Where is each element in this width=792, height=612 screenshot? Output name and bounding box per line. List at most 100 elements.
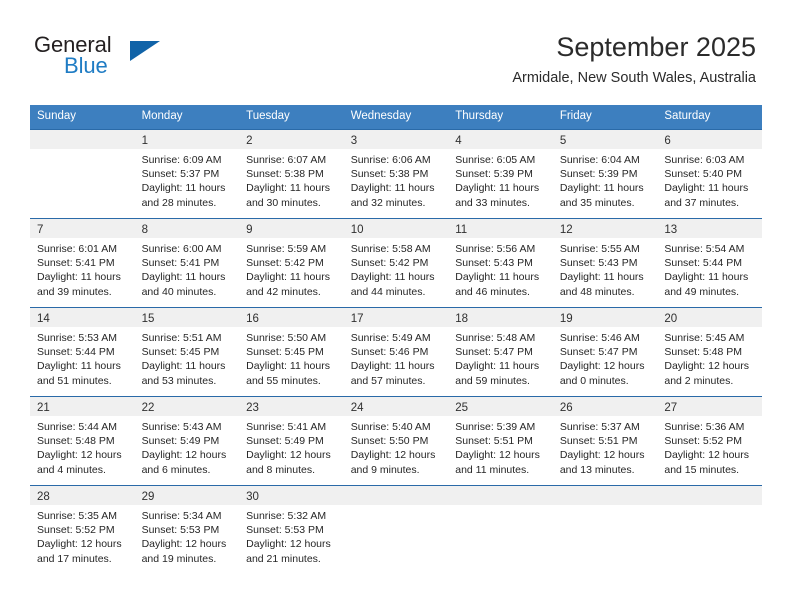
day-cell[interactable] [30, 130, 135, 218]
day-cell[interactable]: 15 Sunrise: 5:51 AM Sunset: 5:45 PM Dayl… [134, 308, 240, 396]
day-cell[interactable]: 28 Sunrise: 5:35 AM Sunset: 5:52 PM Dayl… [30, 486, 135, 574]
day-cell[interactable] [448, 486, 553, 574]
sunrise-text: Sunrise: 5:59 AM [246, 243, 327, 255]
day-cell[interactable]: 30 Sunrise: 5:32 AM Sunset: 5:53 PM Dayl… [239, 486, 344, 574]
day-cell[interactable]: 22 Sunrise: 5:43 AM Sunset: 5:49 PM Dayl… [134, 397, 240, 485]
day-number: 4 [455, 135, 462, 147]
daylight-text-line1: Daylight: 12 hours [141, 538, 227, 551]
sunset-text: Sunset: 5:37 PM [141, 168, 220, 181]
day-number-band: 3 [343, 130, 449, 149]
day-number-band: 26 [552, 397, 658, 416]
day-cell[interactable] [552, 486, 658, 574]
sunrise-text: Sunrise: 6:03 AM [664, 154, 745, 166]
day-number-band: 20 [657, 308, 762, 327]
day-number-band: 17 [343, 308, 449, 327]
sunset-text: Sunset: 5:44 PM [664, 257, 743, 270]
day-number-band: 7 [30, 219, 135, 238]
daylight-text-line2: and 42 minutes. [246, 285, 321, 298]
day-cell[interactable]: 12 Sunrise: 5:55 AM Sunset: 5:43 PM Dayl… [552, 219, 658, 307]
day-cell[interactable]: 11 Sunrise: 5:56 AM Sunset: 5:43 PM Dayl… [448, 219, 553, 307]
daylight-text-line2: and 11 minutes. [455, 463, 530, 476]
day-cell[interactable]: 7 Sunrise: 6:01 AM Sunset: 5:41 PM Dayli… [30, 219, 135, 307]
daylight-text-line1: Daylight: 11 hours [141, 360, 226, 373]
day-number: 26 [559, 402, 573, 414]
day-details: Sunrise: 5:55 AM Sunset: 5:43 PM Dayligh… [553, 238, 658, 299]
day-cell[interactable] [657, 486, 762, 574]
day-number-band: 21 [30, 397, 135, 416]
day-cell[interactable]: 23 Sunrise: 5:41 AM Sunset: 5:49 PM Dayl… [239, 397, 344, 485]
sunset-text: Sunset: 5:42 PM [246, 257, 324, 270]
sunrise-text: Sunrise: 5:44 AM [37, 421, 117, 433]
day-cell[interactable]: 8 Sunrise: 6:00 AM Sunset: 5:41 PM Dayli… [134, 219, 240, 307]
day-cell[interactable]: 20 Sunrise: 5:45 AM Sunset: 5:48 PM Dayl… [657, 308, 762, 396]
daylight-text-line2: and 30 minutes. [246, 196, 321, 209]
day-number: 11 [455, 224, 468, 236]
day-cell[interactable]: 10 Sunrise: 5:58 AM Sunset: 5:42 PM Dayl… [343, 219, 449, 307]
calendar-page: General Blue September 2025 Armidale, Ne… [0, 0, 792, 612]
sunrise-text: Sunrise: 5:53 AM [37, 332, 117, 344]
day-details: Sunrise: 5:35 AM Sunset: 5:52 PM Dayligh… [30, 505, 135, 566]
daylight-text-line1: Daylight: 12 hours [37, 538, 122, 551]
day-cell[interactable]: 3 Sunrise: 6:06 AM Sunset: 5:38 PM Dayli… [343, 130, 449, 218]
sunset-text: Sunset: 5:48 PM [664, 346, 743, 359]
day-number: 6 [664, 135, 671, 147]
sunset-text: Sunset: 5:52 PM [664, 435, 743, 448]
day-cell[interactable]: 21 Sunrise: 5:44 AM Sunset: 5:48 PM Dayl… [30, 397, 135, 485]
day-cell[interactable]: 27 Sunrise: 5:36 AM Sunset: 5:52 PM Dayl… [657, 397, 762, 485]
day-cell[interactable]: 4 Sunrise: 6:05 AM Sunset: 5:39 PM Dayli… [448, 130, 553, 218]
day-cell[interactable]: 1 Sunrise: 6:09 AM Sunset: 5:37 PM Dayli… [134, 130, 240, 218]
day-cell[interactable]: 24 Sunrise: 5:40 AM Sunset: 5:50 PM Dayl… [343, 397, 449, 485]
day-number-band: 11 [448, 219, 553, 238]
day-cell[interactable]: 18 Sunrise: 5:48 AM Sunset: 5:47 PM Dayl… [448, 308, 553, 396]
sunset-text: Sunset: 5:51 PM [559, 435, 638, 448]
day-cell[interactable]: 6 Sunrise: 6:03 AM Sunset: 5:40 PM Dayli… [657, 130, 762, 218]
sunrise-text: Sunrise: 6:09 AM [141, 154, 222, 166]
daylight-text-line1: Daylight: 11 hours [246, 271, 330, 284]
day-number: 18 [455, 313, 469, 325]
daylight-text-line2: and 6 minutes. [141, 463, 211, 476]
day-cell[interactable]: 13 Sunrise: 5:54 AM Sunset: 5:44 PM Dayl… [657, 219, 762, 307]
sunrise-text: Sunrise: 5:50 AM [246, 332, 327, 344]
day-cell[interactable]: 2 Sunrise: 6:07 AM Sunset: 5:38 PM Dayli… [239, 130, 344, 218]
day-details: Sunrise: 5:51 AM Sunset: 5:45 PM Dayligh… [135, 327, 240, 388]
title-block: September 2025 Armidale, New South Wales… [512, 30, 756, 89]
week-row: 7 Sunrise: 6:01 AM Sunset: 5:41 PM Dayli… [30, 218, 762, 307]
day-cell[interactable]: 19 Sunrise: 5:46 AM Sunset: 5:47 PM Dayl… [552, 308, 658, 396]
daylight-text-line2: and 21 minutes. [246, 552, 321, 565]
day-number-band: 24 [343, 397, 449, 416]
sunrise-text: Sunrise: 6:00 AM [141, 243, 222, 255]
day-cell[interactable]: 17 Sunrise: 5:49 AM Sunset: 5:46 PM Dayl… [343, 308, 449, 396]
week-row: 21 Sunrise: 5:44 AM Sunset: 5:48 PM Dayl… [30, 396, 762, 485]
day-cell[interactable] [343, 486, 449, 574]
sunrise-text: Sunrise: 5:51 AM [141, 332, 222, 344]
daylight-text-line2: and 19 minutes. [141, 552, 217, 565]
day-number: 12 [559, 224, 573, 236]
day-number-band: 4 [448, 130, 553, 149]
daylight-text-line1: Daylight: 11 hours [37, 360, 121, 373]
day-cell[interactable]: 5 Sunrise: 6:04 AM Sunset: 5:39 PM Dayli… [552, 130, 658, 218]
day-number-band: 10 [343, 219, 449, 238]
day-details: Sunrise: 6:04 AM Sunset: 5:39 PM Dayligh… [553, 149, 658, 210]
day-number-band [30, 130, 135, 149]
sunset-text: Sunset: 5:43 PM [455, 257, 533, 270]
daylight-text-line1: Daylight: 11 hours [246, 182, 330, 195]
day-cell[interactable]: 14 Sunrise: 5:53 AM Sunset: 5:44 PM Dayl… [30, 308, 135, 396]
day-number-band: 8 [134, 219, 240, 238]
day-number: 3 [350, 135, 358, 147]
day-details [344, 505, 449, 509]
day-number-band: 2 [239, 130, 344, 149]
day-cell[interactable]: 25 Sunrise: 5:39 AM Sunset: 5:51 PM Dayl… [448, 397, 553, 485]
day-cell[interactable]: 16 Sunrise: 5:50 AM Sunset: 5:45 PM Dayl… [239, 308, 344, 396]
day-details: Sunrise: 5:46 AM Sunset: 5:47 PM Dayligh… [553, 327, 658, 388]
day-number: 14 [37, 313, 50, 325]
daylight-text-line2: and 9 minutes. [350, 463, 420, 476]
daylight-text-line2: and 8 minutes. [246, 463, 316, 476]
day-cell[interactable]: 9 Sunrise: 5:59 AM Sunset: 5:42 PM Dayli… [239, 219, 344, 307]
day-number-band: 27 [657, 397, 762, 416]
day-cell[interactable]: 26 Sunrise: 5:37 AM Sunset: 5:51 PM Dayl… [552, 397, 658, 485]
calendar-grid: Sunday Monday Tuesday Wednesday Thursday… [30, 105, 762, 574]
sunrise-text: Sunrise: 5:32 AM [246, 510, 327, 522]
daylight-text-line2: and 28 minutes. [141, 196, 217, 209]
sunrise-text: Sunrise: 5:34 AM [141, 510, 222, 522]
day-cell[interactable]: 29 Sunrise: 5:34 AM Sunset: 5:53 PM Dayl… [134, 486, 240, 574]
